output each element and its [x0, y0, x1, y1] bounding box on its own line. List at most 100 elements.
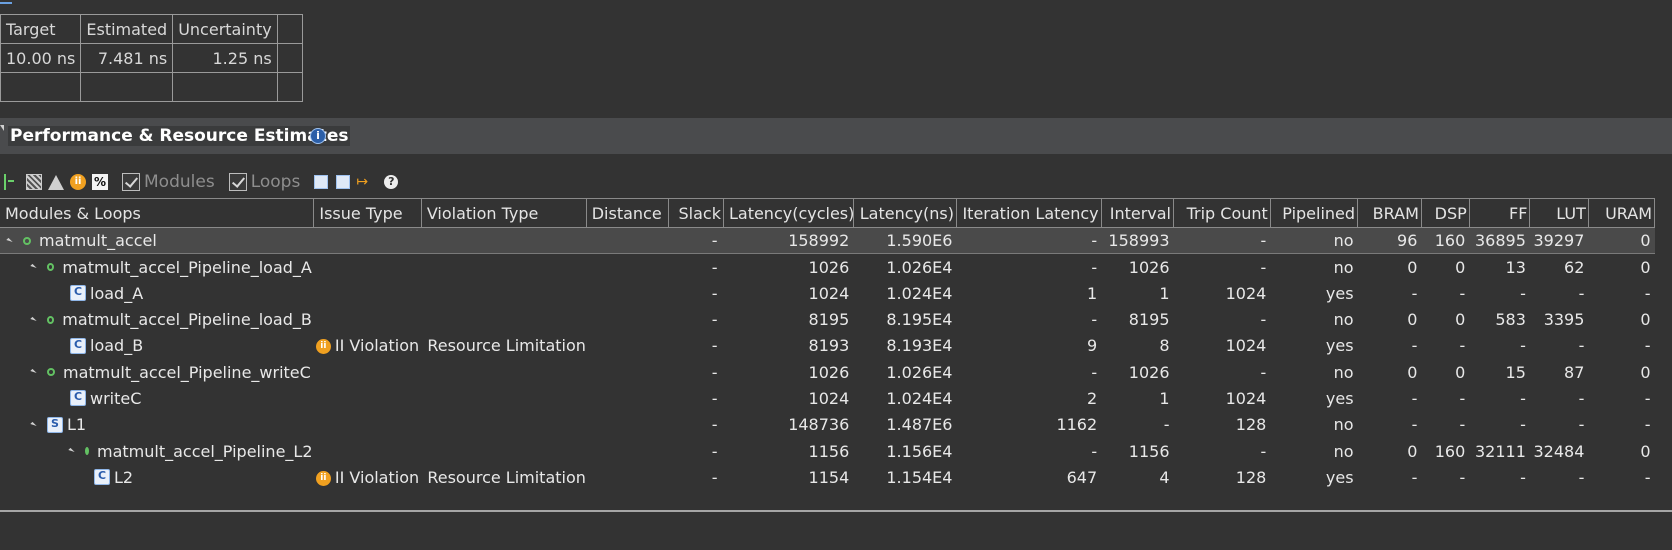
col-header-uram[interactable]: URAM [1588, 198, 1656, 228]
col-header-distance[interactable]: Distance [586, 198, 669, 228]
cell-issue-type [314, 385, 421, 411]
cell-slack: - [711, 362, 718, 382]
expand-all-icon[interactable] [314, 175, 329, 189]
cell-interval: 1026 [1128, 257, 1170, 277]
cell-interval: 8 [1159, 336, 1170, 356]
table-row[interactable]: matmult_accel_Pipeline_L2 - 1156 1.156E4 - 11… [0, 438, 1655, 464]
row-name-wrap: matmult_accel_Pipeline_L2 [2, 442, 313, 461]
cell-interval: 4 [1159, 467, 1170, 487]
cell-interval: - [1163, 415, 1170, 435]
timing-blank-cell [0, 72, 82, 102]
cell-violation-type [421, 254, 586, 280]
table-row[interactable]: L1 - 148736 1.487E6 1162 - 128 no - - - - - [0, 412, 1655, 438]
table-row[interactable]: L2 iiII Violation Resource Limitation - 1154… [0, 464, 1655, 490]
cell-trip-count: 1024 [1225, 388, 1267, 408]
cell-pipelined: no [1333, 310, 1354, 330]
cell-distance [586, 226, 669, 255]
timing-blank-row [0, 72, 303, 102]
cell-latency-ns: 1.487E6 [886, 415, 953, 435]
cell-uram: - [1644, 467, 1651, 487]
row-name-cell[interactable]: L2 [0, 464, 314, 490]
cell-uram: 0 [1640, 257, 1651, 277]
cell-ff: 583 [1495, 310, 1526, 330]
loops-checkbox[interactable] [228, 173, 247, 191]
warning-icon[interactable] [48, 174, 64, 190]
col-header-modules-loops[interactable]: Modules & Loops [0, 198, 315, 228]
col-header-iteration-latency[interactable]: Iteration Latency [956, 198, 1102, 228]
row-name-cell[interactable]: load_B [0, 333, 314, 359]
timing-header-row: Target Estimated Uncertainty [0, 14, 303, 44]
expand-triangle-icon[interactable] [30, 316, 37, 323]
tree-icon[interactable] [4, 174, 20, 190]
row-name-cell[interactable]: load_A [0, 280, 314, 306]
row-name-cell[interactable]: matmult_accel_Pipeline_L2 [0, 438, 314, 464]
cell-issue-type [314, 359, 421, 385]
col-header-trip-count[interactable]: Trip Count [1173, 198, 1271, 228]
cell-latency-ns: 1.026E4 [886, 362, 953, 382]
table-row[interactable]: matmult_accel -158992 1.590E6-158993- no 96 1… [0, 226, 1655, 255]
row-name-cell[interactable]: matmult_accel_Pipeline_writeC [0, 359, 314, 385]
cell-pipelined: no [1333, 441, 1354, 461]
table-row[interactable]: load_B iiII Violation Resource Limitation -… [0, 333, 1655, 359]
table-row[interactable]: writeC - 1024 1.024E4 2 1 1024 yes - - - - - [0, 385, 1655, 411]
table-row[interactable]: matmult_accel_Pipeline_load_A - 1026 1.026E… [0, 254, 1655, 280]
ii-violation-icon[interactable]: ii [315, 470, 331, 486]
cell-latency-cycles: 1026 [808, 362, 850, 382]
row-name-wrap: L2 [2, 468, 312, 487]
timing-blank-cell [80, 72, 174, 102]
cell-pipelined: yes [1325, 336, 1354, 356]
cell-iteration-latency: - [1091, 441, 1098, 461]
cell-violation-type [421, 226, 587, 255]
col-header-latency-ns[interactable]: Latency(ns) [853, 198, 957, 228]
expand-triangle-icon[interactable] [68, 447, 75, 455]
row-name-cell[interactable]: matmult_accel_Pipeline_load_A [0, 254, 314, 280]
expand-triangle-icon[interactable] [6, 237, 13, 244]
cell-slack: - [711, 467, 718, 487]
ii-icon[interactable]: ii [70, 174, 86, 190]
cell-latency-cycles: 1154 [808, 467, 850, 487]
cell-iteration-latency: 2 [1086, 388, 1098, 408]
arrow-icon[interactable]: ↦ [356, 174, 372, 190]
modules-checkbox[interactable] [122, 173, 140, 191]
ii-violation-icon[interactable]: ii [315, 339, 331, 355]
cell-slack: - [711, 388, 718, 408]
section-collapse-icon[interactable] [0, 125, 4, 131]
col-header-lut[interactable]: LUT [1529, 198, 1589, 228]
col-header-dsp[interactable]: DSP [1421, 198, 1470, 228]
row-name-label: load_A [90, 283, 144, 303]
table-row[interactable]: load_A - 1024 1.024E4 1 1 1024 yes - - - - - [0, 280, 1655, 306]
col-header-interval[interactable]: Interval [1101, 198, 1175, 228]
timing-blank-cell [172, 72, 278, 102]
collapse-all-icon[interactable] [336, 175, 351, 189]
cell-lut: 3395 [1543, 310, 1585, 330]
grid-icon[interactable] [26, 174, 42, 190]
col-header-issue-type[interactable]: Issue Type [313, 198, 422, 228]
col-header-ff[interactable]: FF [1469, 198, 1531, 228]
row-name-cell[interactable]: writeC [0, 385, 314, 411]
col-header-slack[interactable]: Slack [668, 198, 724, 228]
cell-lut: - [1578, 467, 1585, 487]
row-name-cell[interactable]: matmult_accel [0, 226, 314, 255]
expand-triangle-icon[interactable] [30, 368, 37, 376]
cell-violation-type [421, 280, 586, 306]
table-row[interactable]: matmult_accel_Pipeline_load_B - 8195 8.195E… [0, 306, 1655, 332]
col-header-latency-cycles[interactable]: Latency(cycles) [723, 198, 854, 228]
expand-triangle-icon[interactable] [30, 264, 37, 271]
col-header-pipelined[interactable]: Pipelined [1270, 198, 1359, 228]
row-name-cell[interactable]: matmult_accel_Pipeline_load_B [0, 306, 314, 332]
help-icon[interactable]: ? [384, 175, 399, 189]
cell-latency-ns: 1.156E4 [886, 441, 953, 461]
row-name-cell[interactable]: L1 [0, 412, 314, 438]
cell-latency-cycles: 148736 [788, 415, 850, 435]
expand-triangle-icon[interactable] [30, 421, 37, 428]
col-header-bram[interactable]: BRAM [1357, 198, 1422, 228]
table-row[interactable]: matmult_accel_Pipeline_writeC - 1026 1.026E… [0, 359, 1655, 385]
cell-slack: - [711, 283, 718, 303]
row-name-label: matmult_accel [39, 231, 157, 251]
cell-pipelined: yes [1325, 283, 1354, 303]
timing-header-uncertainty: Uncertainty [172, 14, 278, 44]
percent-icon[interactable]: % [92, 174, 108, 190]
info-icon[interactable]: i [310, 128, 326, 144]
timing-header-estimated: Estimated [80, 14, 174, 44]
col-header-violation-type[interactable]: Violation Type [421, 198, 587, 228]
